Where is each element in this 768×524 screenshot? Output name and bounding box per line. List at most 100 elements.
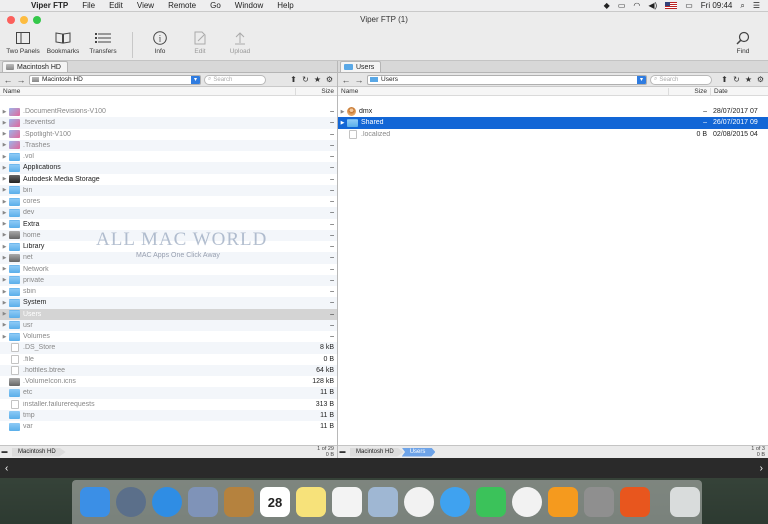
disclosure-triangle-icon[interactable]: ▶ [0, 244, 9, 250]
file-row[interactable]: etc 11 B [0, 387, 337, 399]
menu-window[interactable]: Window [228, 1, 270, 10]
right-breadcrumb-root[interactable]: Macintosh HD [350, 447, 404, 457]
dock-item-ibooks[interactable] [546, 485, 580, 519]
dock-item-safari[interactable] [150, 485, 184, 519]
bookmarks-button[interactable]: Bookmarks [44, 29, 82, 55]
dock-item-itunes[interactable] [510, 485, 544, 519]
disclosure-triangle-icon[interactable]: ▶ [0, 266, 9, 272]
notification-center-icon[interactable]: ☰ [753, 1, 760, 10]
airplay-icon[interactable]: ▭ [618, 1, 626, 10]
disclosure-triangle-icon[interactable]: ▶ [0, 109, 9, 115]
menu-view[interactable]: View [130, 1, 161, 10]
size-column-header[interactable]: Size [668, 87, 710, 95]
file-row[interactable]: ▶ .DocumentRevisions-V100 – [0, 106, 337, 117]
file-row[interactable]: ▶ .fseventsd – [0, 117, 337, 129]
file-row[interactable]: ▶ .Spotlight-V100 – [0, 129, 337, 140]
disclosure-triangle-icon[interactable]: ▶ [0, 289, 9, 295]
file-row[interactable]: ▶ home – [0, 229, 337, 241]
file-row[interactable]: installer.failurerequests 313 B [0, 399, 337, 410]
file-row[interactable]: ▶ Network – [0, 264, 337, 275]
file-row[interactable]: ▶ usr – [0, 319, 337, 331]
file-row[interactable]: ▶ bin – [0, 184, 337, 196]
parent-folder-icon[interactable]: ⬆ [289, 75, 298, 84]
dock-item-finder[interactable] [78, 485, 112, 519]
dock-item-photos[interactable] [402, 485, 436, 519]
file-row[interactable]: ▶ Shared –26/07/2017 09 [338, 117, 768, 129]
dock-item-mail-stamp[interactable] [186, 485, 220, 519]
menu-app[interactable]: Viper FTP [24, 1, 75, 10]
dock-item-system-preferences[interactable] [582, 485, 616, 519]
file-row[interactable]: ▶ Extra – [0, 219, 337, 230]
upload-button[interactable]: Upload [221, 29, 259, 55]
left-tab[interactable]: Macintosh HD [2, 61, 68, 72]
dock-item-messages[interactable] [438, 485, 472, 519]
file-row[interactable]: tmp 11 B [0, 409, 337, 421]
back-arrow-icon[interactable]: ← [3, 75, 13, 85]
file-row[interactable]: var 11 B [0, 421, 337, 432]
dock-item-facetime[interactable] [474, 485, 508, 519]
disclosure-triangle-icon[interactable]: ▶ [0, 221, 9, 227]
disclosure-triangle-icon[interactable]: ▶ [0, 232, 9, 238]
two-panels-button[interactable]: Two Panels [4, 29, 42, 55]
forward-arrow-icon[interactable]: → [354, 75, 364, 85]
disclosure-triangle-icon[interactable]: ▶ [0, 142, 9, 148]
date-column-header[interactable]: Date [710, 87, 768, 95]
file-row[interactable]: ▶ Applications – [0, 162, 337, 174]
size-column-header[interactable]: Size [295, 87, 337, 95]
dock-item-reminders[interactable] [330, 485, 364, 519]
parent-folder-icon[interactable]: ⬆ [720, 75, 729, 84]
file-row[interactable]: ▶ Library – [0, 241, 337, 252]
left-breadcrumb-item[interactable]: Macintosh HD [12, 447, 66, 457]
actions-gear-icon[interactable]: ⚙ [756, 75, 765, 84]
file-row[interactable]: .VolumeIcon.icns 128 kB [0, 376, 337, 387]
volume-icon[interactable]: ◀) [648, 1, 657, 10]
menu-remote[interactable]: Remote [161, 1, 203, 10]
bookmark-star-icon[interactable]: ★ [313, 75, 322, 84]
file-row[interactable]: .hotfiles.btree 64 kB [0, 364, 337, 376]
refresh-icon[interactable]: ↻ [301, 75, 310, 84]
menu-edit[interactable]: Edit [102, 1, 130, 10]
file-row[interactable]: ▶ sbin – [0, 286, 337, 297]
disclosure-triangle-icon[interactable]: ▶ [0, 120, 9, 126]
file-row[interactable]: ▶ System – [0, 297, 337, 309]
disclosure-triangle-icon[interactable]: ▶ [0, 255, 9, 261]
back-arrow-icon[interactable]: ← [341, 75, 351, 85]
name-column-header[interactable]: Name [0, 88, 295, 95]
dock-item-launchpad[interactable] [114, 485, 148, 519]
disclosure-triangle-icon[interactable]: ▶ [0, 187, 9, 193]
file-row[interactable]: ▶ dev – [0, 207, 337, 219]
file-row[interactable]: ▶ dmx –28/07/2017 07 [338, 106, 768, 117]
viper-status-icon[interactable]: ◆ [604, 1, 610, 10]
refresh-icon[interactable]: ↻ [732, 75, 741, 84]
dock-item-preview[interactable] [366, 485, 400, 519]
name-column-header[interactable]: Name [338, 88, 668, 95]
edit-button[interactable]: Edit [181, 29, 219, 55]
minimize-window-button[interactable] [20, 15, 28, 24]
menu-help[interactable]: Help [270, 1, 300, 10]
file-row[interactable]: .file 0 B [0, 354, 337, 365]
spotlight-icon[interactable]: ⌕ [740, 1, 744, 11]
forward-arrow-icon[interactable]: → [16, 75, 26, 85]
disclosure-triangle-icon[interactable]: ▶ [0, 311, 9, 317]
disclosure-triangle-icon[interactable]: ▶ [0, 300, 9, 306]
clock[interactable]: Fri 09:44 [701, 1, 733, 10]
disclosure-triangle-icon[interactable]: ▶ [0, 277, 9, 283]
file-row[interactable]: ▶ Volumes – [0, 331, 337, 342]
disclosure-triangle-icon[interactable]: ▶ [338, 109, 347, 115]
menu-go[interactable]: Go [203, 1, 228, 10]
file-row[interactable]: ▶ .Trashes – [0, 139, 337, 151]
transfers-button[interactable]: Transfers [84, 29, 122, 55]
disclosure-triangle-icon[interactable]: ▶ [0, 322, 9, 328]
log-next-icon[interactable]: › [760, 463, 763, 474]
file-row[interactable]: ▶ cores – [0, 196, 337, 207]
left-search-input[interactable]: ⌕ Search [204, 74, 266, 85]
disclosure-triangle-icon[interactable]: ▶ [338, 120, 347, 126]
log-prev-icon[interactable]: ‹ [5, 463, 8, 474]
left-path-selector[interactable]: Macintosh HD ▾ [29, 74, 201, 85]
bookmark-star-icon[interactable]: ★ [744, 75, 753, 84]
zoom-window-button[interactable] [33, 15, 41, 24]
disclosure-triangle-icon[interactable]: ▶ [0, 176, 9, 182]
actions-gear-icon[interactable]: ⚙ [325, 75, 334, 84]
right-breadcrumb-current[interactable]: Users [401, 447, 436, 457]
dock-item-viper-ftp[interactable] [618, 485, 652, 519]
